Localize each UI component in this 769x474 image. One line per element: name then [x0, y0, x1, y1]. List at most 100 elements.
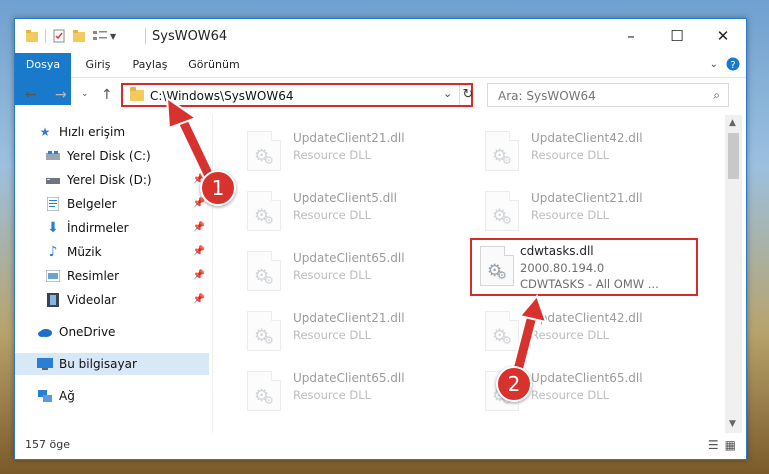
- help-icon[interactable]: ?: [726, 57, 740, 71]
- file-description: Resource DLL: [531, 208, 610, 222]
- sidebar-item-label: Videolar: [67, 293, 117, 307]
- file-description: Resource DLL: [531, 328, 610, 342]
- svg-text:?: ?: [730, 60, 735, 71]
- navigation-pane: ★ Hızlı erişim Yerel Disk (C:) 📌 Yerel D…: [15, 115, 211, 433]
- drive-icon: [45, 148, 61, 164]
- download-arrow-icon: ⬇: [47, 220, 59, 236]
- item-count: 157 öge: [25, 438, 70, 451]
- file-list: ⚙ ⚙ UpdateClient21.dll Resource DLL ⚙ ⚙ Up…: [213, 115, 723, 433]
- dll-file-icon: ⚙⚙: [247, 311, 281, 351]
- pin-icon[interactable]: 📌: [193, 294, 205, 305]
- file-item-cdwtasks[interactable]: ⚙ ⚙ cdwtasks.dll 2000.80.194.0 CDWTASKS -…: [470, 238, 698, 296]
- address-bar[interactable]: C:\Windows\SysWOW64 ⌄ ↻: [121, 83, 473, 107]
- up-arrow-icon[interactable]: ↑: [101, 87, 113, 103]
- sidebar-item-label: Bu bilgisayar: [59, 357, 137, 371]
- sidebar-item-onedrive[interactable]: OneDrive: [37, 321, 209, 343]
- dll-file-icon: ⚙⚙: [247, 191, 281, 231]
- sidebar-item-pictures[interactable]: Resimler 📌: [45, 265, 209, 287]
- dll-file-icon: ⚙⚙: [485, 131, 519, 171]
- minimize-button[interactable]: –: [608, 19, 654, 53]
- dll-file-icon: ⚙⚙: [247, 251, 281, 291]
- properties-icon[interactable]: [52, 29, 66, 43]
- drive-icon: [45, 172, 61, 188]
- file-description: CDWTASKS - All OMW ...: [520, 277, 659, 291]
- address-dropdown-icon[interactable]: ⌄: [443, 87, 452, 100]
- file-item[interactable]: ⚙⚙ UpdateClient65.dll Resource DLL: [237, 365, 457, 417]
- sidebar-item-label: Ağ: [59, 389, 75, 403]
- address-path[interactable]: C:\Windows\SysWOW64: [150, 89, 294, 103]
- pin-icon[interactable]: 📌: [193, 246, 205, 257]
- sidebar-item-music[interactable]: ♪ Müzik 📌: [45, 241, 209, 263]
- sidebar-item-videos[interactable]: Videolar 📌: [45, 289, 209, 311]
- ribbon-tabs: Dosya Giriş Paylaş Görünüm ⌄ ?: [15, 53, 746, 105]
- sidebar-item-this-pc[interactable]: Bu bilgisayar: [15, 353, 209, 375]
- details-view-icon[interactable]: ☰: [708, 438, 719, 452]
- scrollbar-thumb[interactable]: [728, 133, 739, 179]
- file-name: UpdateClient21.dll: [293, 311, 405, 325]
- music-note-icon: ♪: [48, 244, 58, 260]
- file-description: Resource DLL: [531, 388, 610, 402]
- file-name: UpdateClient65.dll: [293, 251, 405, 265]
- file-description: Resource DLL: [293, 388, 372, 402]
- film-icon: [45, 292, 61, 308]
- search-input[interactable]: [496, 87, 700, 105]
- refresh-icon[interactable]: ↻: [459, 85, 476, 105]
- file-item[interactable]: ⚙ ⚙ UpdateClient42.dll Resource DLL: [475, 305, 695, 357]
- sidebar-item-local-disk-c[interactable]: Yerel Disk (C:) 📌: [45, 145, 209, 167]
- step-badge-1: 1: [200, 170, 236, 206]
- sidebar-item-label: Yerel Disk (C:): [67, 149, 151, 163]
- file-description: Resource DLL: [293, 328, 372, 342]
- tab-view[interactable]: Görünüm: [181, 53, 247, 77]
- sidebar-item-local-disk-d[interactable]: Yerel Disk (D:) 📌: [45, 169, 209, 191]
- folder-icon[interactable]: [25, 29, 39, 43]
- dll-file-icon: ⚙⚙: [247, 371, 281, 411]
- file-item[interactable]: ⚙ ⚙ UpdateClient21.dll Resource DLL: [237, 305, 457, 357]
- tab-home[interactable]: Giriş: [75, 53, 121, 77]
- sidebar-item-documents[interactable]: Belgeler 📌: [45, 193, 209, 215]
- file-item[interactable]: ⚙ ⚙ UpdateClient21.dll Resource DLL: [237, 125, 457, 177]
- file-item[interactable]: ⚙ ⚙ UpdateClient5.dll Resource DLL: [237, 185, 457, 237]
- customize-toolbar-icon[interactable]: [92, 29, 108, 43]
- status-bar: 157 öge ☰ ▦: [15, 433, 746, 459]
- expand-ribbon-icon[interactable]: ⌄: [710, 59, 718, 70]
- sidebar-item-quick-access[interactable]: ★ Hızlı erişim: [37, 121, 231, 143]
- recent-locations-icon[interactable]: ⌄: [81, 89, 89, 99]
- search-icon[interactable]: ⌕: [713, 88, 720, 103]
- large-icons-view-icon[interactable]: ▦: [725, 438, 736, 452]
- documents-icon: [45, 196, 61, 212]
- pin-icon[interactable]: 📌: [193, 198, 205, 209]
- file-item[interactable]: ⚙⚙ UpdateClient65.dll Resource DLL: [237, 245, 457, 297]
- search-box[interactable]: ⌕: [487, 83, 729, 107]
- sidebar-item-downloads[interactable]: ⬇ İndirmeler 📌: [45, 217, 209, 239]
- computer-icon: [37, 356, 53, 372]
- navigation-bar: ← → ⌄ ↑ C:\Windows\SysWOW64 ⌄ ↻ ⌕: [15, 79, 746, 113]
- sidebar-item-network[interactable]: Ağ: [37, 385, 209, 407]
- pin-icon[interactable]: 📌: [193, 222, 205, 233]
- tab-share[interactable]: Paylaş: [125, 53, 175, 77]
- close-button[interactable]: ✕: [700, 19, 746, 53]
- new-folder-icon[interactable]: [72, 29, 86, 43]
- explorer-window: ▼ SysWOW64 – ☐ ✕ Dosya Giriş Paylaş Görü…: [14, 18, 747, 460]
- maximize-button[interactable]: ☐: [654, 19, 700, 53]
- network-icon: [37, 388, 53, 404]
- vertical-scrollbar[interactable]: ▲ ▼: [725, 115, 742, 433]
- scroll-down-icon[interactable]: ▼: [729, 419, 736, 429]
- file-name: UpdateClient5.dll: [293, 191, 397, 205]
- file-name: UpdateClient42.dll: [531, 311, 643, 325]
- pin-icon[interactable]: 📌: [193, 270, 205, 281]
- chevron-down-icon[interactable]: ▼: [110, 32, 116, 41]
- sidebar-item-label: Resimler: [67, 269, 120, 283]
- scroll-up-icon[interactable]: ▲: [729, 118, 736, 128]
- file-name: UpdateClient21.dll: [531, 191, 643, 205]
- forward-arrow-icon[interactable]: →: [55, 87, 67, 103]
- file-description: Resource DLL: [293, 208, 372, 222]
- title-bar: ▼ SysWOW64 – ☐ ✕: [15, 19, 746, 53]
- back-arrow-icon[interactable]: ←: [25, 87, 37, 103]
- dll-file-icon: ⚙⚙: [485, 191, 519, 231]
- file-name: UpdateClient42.dll: [531, 131, 643, 145]
- pin-icon[interactable]: 📌: [193, 150, 205, 161]
- sidebar-item-label: OneDrive: [59, 325, 116, 339]
- file-item[interactable]: ⚙ ⚙ UpdateClient21.dll Resource DLL: [475, 185, 695, 237]
- file-item[interactable]: ⚙ ⚙ UpdateClient42.dll Resource DLL: [475, 125, 695, 177]
- file-name: UpdateClient21.dll: [293, 131, 405, 145]
